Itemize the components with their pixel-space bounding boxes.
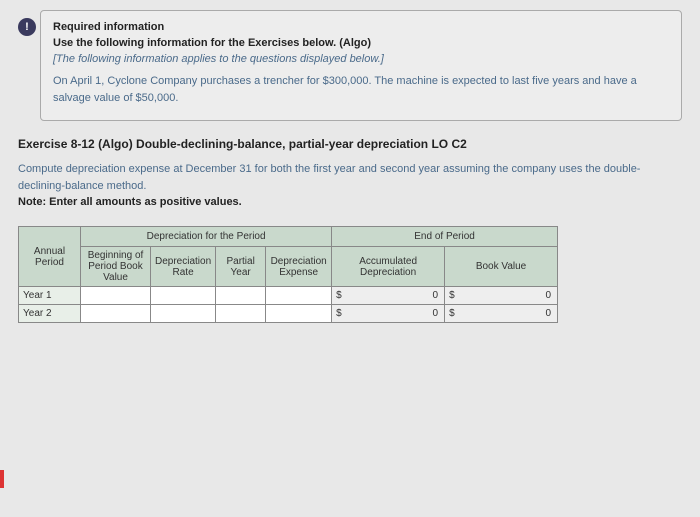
table-row: Year 1 $ 0 $ 0 [19, 287, 558, 305]
group-end-period: End of Period [332, 227, 558, 247]
group-depreciation-period: Depreciation for the Period [81, 227, 332, 247]
input-rate-y1[interactable] [151, 287, 216, 305]
table-row: Year 2 $ 0 $ 0 [19, 305, 558, 323]
exercise-body: Compute depreciation expense at December… [18, 161, 682, 194]
col-depreciation-rate: Depreciation Rate [151, 247, 216, 287]
accum-val-y1: 0 [348, 287, 445, 305]
input-rate-y2[interactable] [151, 305, 216, 323]
row-label-year2: Year 2 [19, 305, 81, 323]
required-heading: Required information [53, 21, 669, 33]
col-accumulated-depreciation: Accumulated Depreciation [332, 247, 445, 287]
accum-cur-y1: $ [332, 287, 348, 305]
input-partial-y1[interactable] [216, 287, 266, 305]
col-annual-period: Annual Period [19, 227, 81, 287]
col-beginning-book-value: Beginning of Period Book Value [81, 247, 151, 287]
required-subheading: Use the following information for the Ex… [53, 37, 669, 49]
exercise-section: Exercise 8-12 (Algo) Double-declining-ba… [18, 137, 682, 208]
required-info-box: Required information Use the following i… [40, 10, 682, 121]
col-partial-year: Partial Year [216, 247, 266, 287]
required-italic: [The following information applies to th… [53, 53, 669, 65]
info-badge: ! [18, 18, 36, 36]
input-expense-y2[interactable] [266, 305, 332, 323]
exercise-title: Exercise 8-12 (Algo) Double-declining-ba… [18, 137, 682, 151]
input-beg-y2[interactable] [81, 305, 151, 323]
left-red-marker [0, 470, 4, 488]
book-val-y2: 0 [461, 305, 558, 323]
col-book-value: Book Value [445, 247, 558, 287]
accum-cur-y2: $ [332, 305, 348, 323]
input-partial-y2[interactable] [216, 305, 266, 323]
row-label-year1: Year 1 [19, 287, 81, 305]
input-beg-y1[interactable] [81, 287, 151, 305]
book-val-y1: 0 [461, 287, 558, 305]
col-depreciation-expense: Depreciation Expense [266, 247, 332, 287]
book-cur-y2: $ [445, 305, 461, 323]
accum-val-y2: 0 [348, 305, 445, 323]
depreciation-table: Annual Period Depreciation for the Perio… [18, 226, 558, 323]
exercise-note: Note: Enter all amounts as positive valu… [18, 196, 682, 208]
input-expense-y1[interactable] [266, 287, 332, 305]
required-body: On April 1, Cyclone Company purchases a … [53, 73, 669, 106]
book-cur-y1: $ [445, 287, 461, 305]
